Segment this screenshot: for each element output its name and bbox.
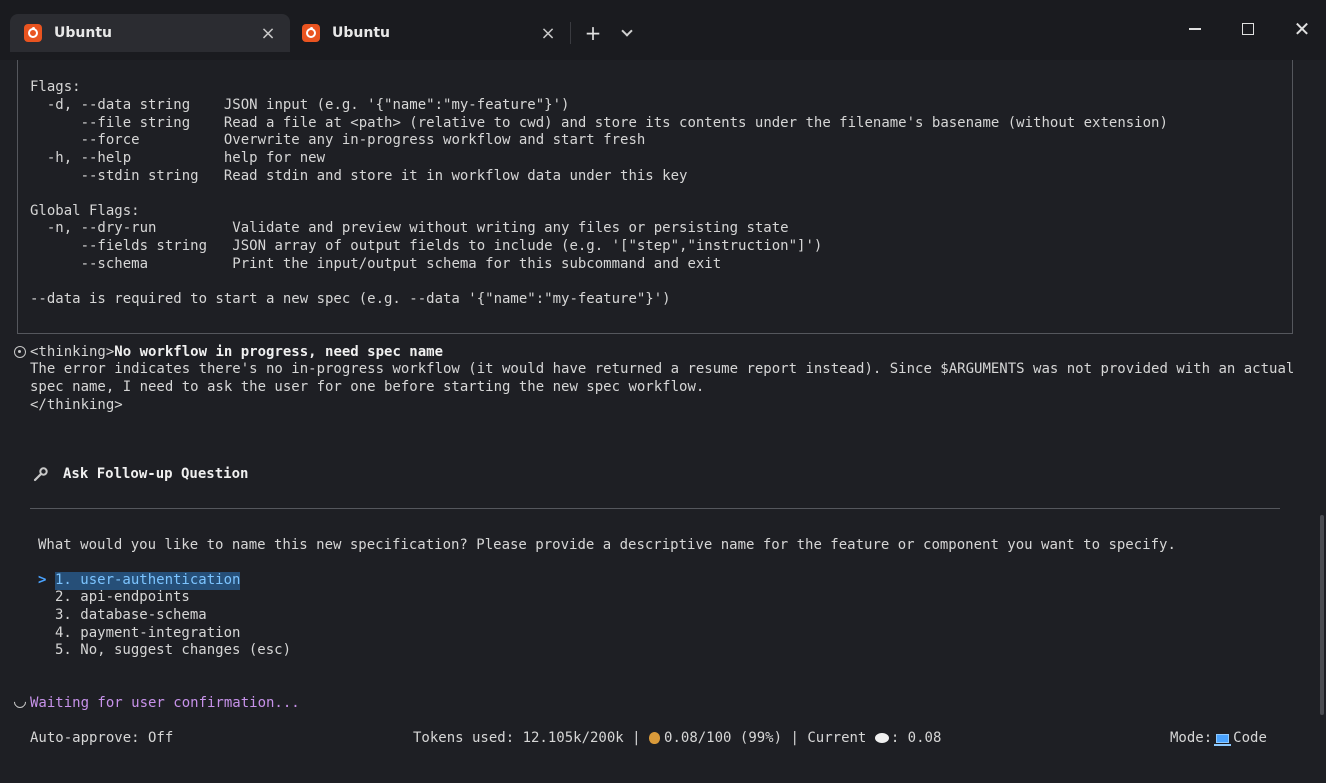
new-tab-button[interactable]: +: [580, 20, 606, 46]
flag-row: -d, --data string JSON input (e.g. '{"na…: [30, 97, 570, 113]
close-tab-icon[interactable]: ×: [536, 21, 560, 45]
minimize-button[interactable]: [1175, 14, 1215, 44]
thinking-close-tag: </thinking>: [30, 397, 123, 413]
tab-dropdown-button[interactable]: [614, 20, 640, 46]
speech-bubble-icon: [874, 733, 889, 743]
tab-ubuntu-2[interactable]: Ubuntu ×: [290, 14, 570, 52]
minimize-icon: [1189, 28, 1201, 30]
usage-status: Tokens used: 12.105k/200k | 0.08/100 (99…: [413, 730, 942, 746]
spinner-icon: [11, 693, 29, 711]
option-1[interactable]: 1. user-authentication: [55, 572, 241, 590]
close-tab-icon[interactable]: ×: [256, 21, 280, 45]
auto-approve-status[interactable]: Auto-approve: Off: [30, 730, 173, 748]
maximize-button[interactable]: [1228, 14, 1268, 44]
tab-divider: [570, 22, 571, 44]
wrench-icon: [33, 467, 48, 482]
tab-label: Ubuntu: [332, 25, 390, 41]
global-flag-row: -n, --dry-run Validate and preview witho…: [30, 220, 789, 236]
option-4[interactable]: 4. payment-integration: [55, 625, 240, 643]
thinking-text: spec name, I need to ask the user for on…: [30, 379, 705, 395]
flag-row: --force Overwrite any in-progress workfl…: [30, 132, 646, 148]
option-2[interactable]: 2. api-endpoints: [55, 589, 190, 607]
flags-heading: Flags:: [30, 79, 81, 95]
flag-row: -h, --help help for new: [30, 150, 326, 166]
tab-ubuntu-1[interactable]: Ubuntu ×: [10, 14, 290, 52]
followup-question: What would you like to name this new spe…: [38, 537, 1176, 553]
money-bag-icon: [649, 732, 661, 744]
mode-status[interactable]: Mode: Code: [1170, 730, 1267, 748]
tab-label: Ubuntu: [54, 25, 112, 41]
option-5[interactable]: 5. No, suggest changes (esc): [55, 642, 291, 660]
tokens-used: Tokens used: 12.105k/200k: [413, 730, 624, 746]
thinking-text: The error indicates there's no in-progre…: [30, 361, 1295, 377]
selection-cursor: >: [38, 572, 47, 588]
maximize-icon: [1242, 23, 1254, 35]
terminal-output[interactable]: Flags: -d, --data string JSON input (e.g…: [0, 60, 1326, 783]
flag-row: --file string Read a file at <path> (rel…: [30, 115, 1168, 131]
thinking-title: <thinking>No workflow in progress, need …: [30, 344, 444, 360]
ubuntu-icon: [24, 24, 42, 42]
global-flags-heading: Global Flags:: [30, 203, 140, 219]
window-close-button[interactable]: ✕: [1282, 14, 1322, 44]
scrollbar[interactable]: [1320, 515, 1324, 715]
divider: [30, 508, 1280, 509]
data-required-note: --data is required to start a new spec (…: [30, 291, 671, 307]
waiting-status: Waiting for user confirmation...: [30, 695, 300, 711]
flag-row: --stdin string Read stdin and store it i…: [30, 168, 688, 184]
ubuntu-icon: [302, 24, 320, 42]
laptop-icon: [1214, 734, 1232, 746]
option-3[interactable]: 3. database-schema: [55, 607, 207, 625]
cost: 0.08/100 (99%): [664, 730, 783, 746]
global-flag-row: --schema Print the input/output schema f…: [30, 256, 722, 272]
title-bar: Ubuntu × Ubuntu × + ✕: [0, 0, 1326, 60]
global-flag-row: --fields string JSON array of output fie…: [30, 238, 823, 254]
chevron-down-icon: [621, 25, 633, 37]
followup-title: Ask Follow-up Question: [63, 466, 249, 482]
thinking-bullet-icon: [14, 346, 26, 358]
